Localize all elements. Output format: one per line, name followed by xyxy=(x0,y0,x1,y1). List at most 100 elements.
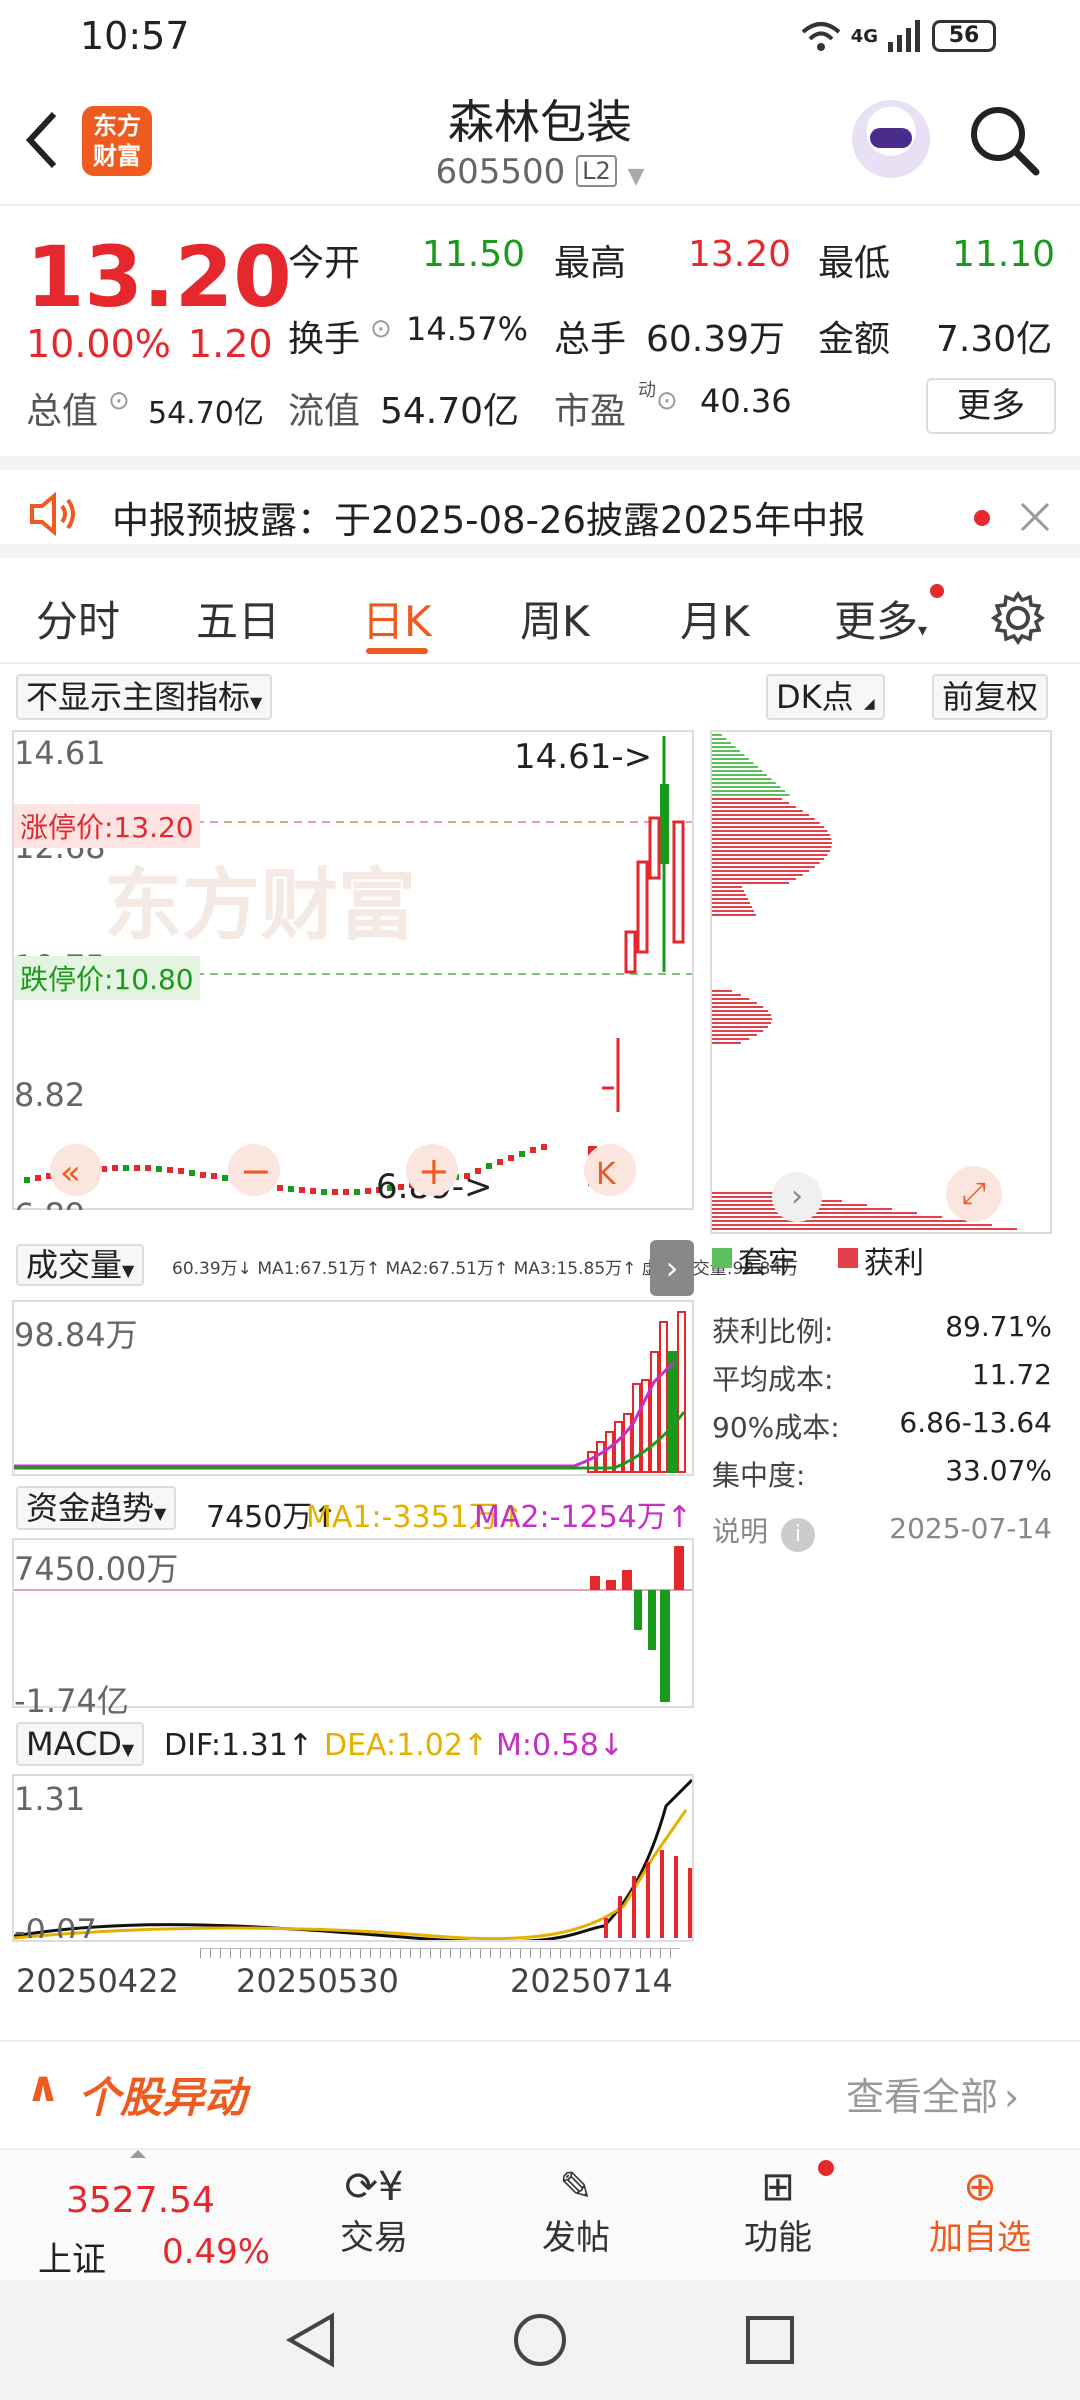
chevron-up-icon[interactable]: ∧ xyxy=(26,2062,60,2111)
speaker-icon xyxy=(30,492,75,536)
macd-dif: DIF:1.31↑ xyxy=(164,1728,313,1763)
candle xyxy=(112,1165,118,1171)
mktcap-label: 总值 xyxy=(26,391,99,432)
chip-bar xyxy=(712,866,815,868)
fund-ma2: MA2:-1254万↑ xyxy=(474,1500,692,1535)
expand-arrow-icon[interactable] xyxy=(130,2150,146,2158)
function-button[interactable]: ⊞ 功能 xyxy=(698,2164,858,2259)
fund-trend-dropdown[interactable]: 资金趋势▼ xyxy=(16,1486,177,1530)
macd-svg xyxy=(13,1778,694,1944)
amount-label: 金额 xyxy=(818,319,891,360)
macd-dropdown[interactable]: MACD▼ xyxy=(16,1722,145,1766)
chip-bar xyxy=(712,770,763,772)
status-bar: 10:57 4G 56 xyxy=(0,0,1080,72)
post-label: 发帖 xyxy=(542,2218,610,2258)
index-value[interactable]: 3527.54 xyxy=(66,2180,215,2221)
chip-note-label: 说明 xyxy=(712,1515,769,1548)
candle xyxy=(321,1189,327,1195)
change-percent: 10.00% xyxy=(26,322,171,366)
chip-bar xyxy=(712,1030,764,1032)
chip-bar xyxy=(712,994,741,996)
expand-icon[interactable]: ⤢ xyxy=(946,1166,1002,1222)
chevron-right-icon: › xyxy=(1004,2075,1020,2119)
active-tab-indicator xyxy=(366,648,428,654)
plus-circle-icon: ⊕ xyxy=(963,2164,997,2210)
main-indicator-dropdown[interactable]: 不显示主图指标▼ xyxy=(16,674,273,720)
chevron-right-icon[interactable]: › xyxy=(650,1240,694,1296)
add-watchlist-button[interactable]: ⊕ 加自选 xyxy=(900,2164,1060,2259)
dk-dropdown[interactable]: DK点 ◢ xyxy=(766,674,885,720)
view-all-link[interactable]: 查看全部 › xyxy=(846,2066,1019,2121)
chip-bar xyxy=(712,1228,1017,1230)
add-watchlist-label: 加自选 xyxy=(929,2218,1031,2258)
tab-month-k[interactable]: 月K xyxy=(680,588,750,649)
candle xyxy=(167,1167,173,1173)
chip-bar xyxy=(712,822,820,824)
fund-bottom-label: -1.74亿 xyxy=(14,1682,129,1720)
tab-fenshi[interactable]: 分时 xyxy=(36,588,120,649)
nav-home-icon[interactable] xyxy=(512,2312,568,2368)
main-indicator-label: 不显示主图指标 xyxy=(26,678,251,716)
pe-label: 市盈 xyxy=(554,391,627,432)
gear-icon[interactable] xyxy=(990,590,1046,646)
pan-left-icon: « xyxy=(60,1153,81,1193)
legend-profit-label: 获利 xyxy=(864,1246,924,1281)
candle xyxy=(310,1188,316,1194)
edit-icon: ✎ xyxy=(559,2164,593,2210)
max-price-marker: 14.61-> xyxy=(514,737,652,777)
nav-recents-icon[interactable] xyxy=(744,2314,796,2366)
low-label: 最低 xyxy=(818,243,891,284)
chip-bar xyxy=(712,998,750,1000)
close-icon[interactable] xyxy=(1018,500,1052,534)
index-name: 上证 xyxy=(38,2240,106,2280)
pe-sup: 动 xyxy=(638,380,656,401)
fund-top-label: 7450.00万 xyxy=(14,1550,179,1588)
level2-badge: L2 xyxy=(576,155,617,187)
candle xyxy=(123,1165,129,1171)
tab-wuri[interactable]: 五日 xyxy=(196,588,280,649)
chip-bar xyxy=(712,906,752,908)
stock-header: 东方 财富 森林包装 605500 L2 ▼ xyxy=(0,72,1080,206)
post-button[interactable]: ✎ 发帖 xyxy=(496,2164,656,2259)
tab-week-k[interactable]: 周K xyxy=(520,588,590,649)
y-tick-5: 6.89 xyxy=(14,1196,85,1210)
trade-icon: ⟳¥ xyxy=(344,2164,404,2210)
chip-note-link[interactable]: 说明 i xyxy=(712,1510,815,1552)
index-pct: 0.49% xyxy=(162,2232,271,2272)
candle xyxy=(519,1151,525,1157)
volume-max-label: 98.84万 xyxy=(14,1316,138,1354)
chip-row-label: 集中度: xyxy=(712,1459,806,1492)
info-icon[interactable]: ⊙ xyxy=(108,386,130,416)
chip-bar xyxy=(712,838,832,840)
assistant-robot-icon[interactable] xyxy=(852,100,930,178)
zoom-in-icon: + xyxy=(418,1149,450,1193)
chip-bar xyxy=(712,1026,769,1028)
tab-day-k[interactable]: 日K xyxy=(362,588,432,649)
chevron-right-icon[interactable]: › xyxy=(772,1172,822,1222)
info-icon[interactable]: ⊙ xyxy=(656,386,678,416)
info-icon: i xyxy=(780,1518,815,1552)
adjust-button[interactable]: 前复权 xyxy=(932,674,1049,720)
candle xyxy=(541,1144,547,1150)
signal-icon xyxy=(888,20,920,52)
nav-back-icon[interactable] xyxy=(284,2312,338,2368)
notice-bar[interactable]: 中报预披露：于2025-08-26披露2025年中报 xyxy=(0,456,1080,558)
volume-bar xyxy=(659,1321,668,1473)
more-quote-button[interactable]: 更多 xyxy=(926,378,1056,434)
grid-icon: ⊞ xyxy=(761,2164,795,2210)
y-tick-4: 8.82 xyxy=(14,1076,86,1114)
trade-button[interactable]: ⟳¥ 交易 xyxy=(294,2164,454,2259)
tab-more[interactable]: 更多▾ xyxy=(834,588,927,649)
volume-dropdown[interactable]: 成交量▼ xyxy=(16,1244,145,1286)
macd-label: MACD xyxy=(26,1725,122,1763)
search-icon[interactable] xyxy=(968,104,1040,176)
chip-bar xyxy=(712,902,750,904)
chip-bar xyxy=(712,850,830,852)
chip-bar xyxy=(712,846,832,848)
info-icon[interactable]: ⊙ xyxy=(370,314,392,344)
candle xyxy=(200,1172,206,1178)
zoom-out-icon: − xyxy=(240,1149,272,1193)
chip-bar xyxy=(712,842,832,844)
high-label: 最高 xyxy=(554,243,627,284)
candle xyxy=(672,820,685,944)
